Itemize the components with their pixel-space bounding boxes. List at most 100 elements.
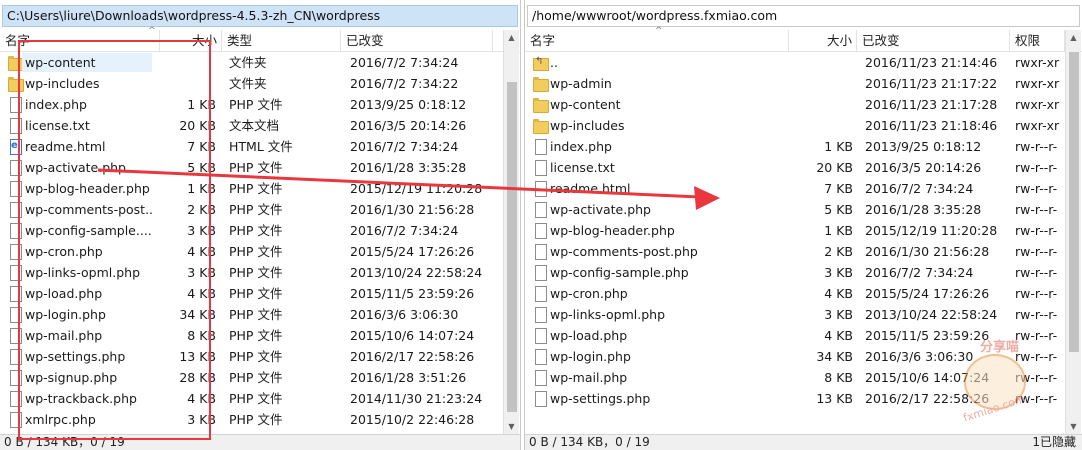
remote-col-name-label: 名字 xyxy=(530,33,556,48)
table-row[interactable]: wp-trackback.php 4 KB PHP 文件 2014/11/30 21:… xyxy=(0,388,500,409)
file-icon xyxy=(8,391,22,407)
folder-icon xyxy=(533,97,549,113)
file-modified: 2016/7/2 7:34:24 xyxy=(865,265,974,280)
file-modified: 2014/11/30 21:23:24 xyxy=(350,391,483,406)
remote-file-list: .. 2016/11/23 21:14:46 rwxr-xr wp-admin 2016… xyxy=(525,52,1065,409)
table-row[interactable]: readme.html 7 KB 2016/7/2 7:34:24 rw-r--r- xyxy=(525,178,1065,199)
remote-col-modified[interactable]: 已改变 xyxy=(857,30,1010,52)
file-modified: 2013/10/24 22:58:24 xyxy=(350,265,483,280)
file-size: 34 KB xyxy=(816,349,853,364)
table-row[interactable]: wp-includes 2016/11/23 21:18:46 rwxr-xr xyxy=(525,115,1065,136)
file-name: wp-config-sample.... xyxy=(25,223,152,238)
table-row[interactable]: wp-load.php 4 KB 2015/11/5 23:59:26 rw-r--r… xyxy=(525,325,1065,346)
table-row[interactable]: license.txt 20 KB 文本文档 2016/3/5 20:14:26 xyxy=(0,115,500,136)
remote-scrollbar[interactable]: ▲ ▼ xyxy=(1065,30,1081,435)
table-row[interactable]: wp-comments-post.php 2 KB 2016/1/30 21:56:… xyxy=(525,241,1065,262)
remote-path-bar[interactable]: /home/wwwroot/wordpress.fxmiao.com xyxy=(527,5,1080,27)
file-modified: 2016/1/30 21:56:28 xyxy=(350,202,475,217)
file-size xyxy=(160,73,216,94)
file-size: 13 KB xyxy=(816,391,853,406)
table-row[interactable]: wp-cron.php 4 KB PHP 文件 2015/5/24 17:26:26 xyxy=(0,241,500,262)
remote-col-size[interactable]: 大小 xyxy=(789,30,857,52)
table-row[interactable]: wp-content 2016/11/23 21:17:28 rwxr-xr xyxy=(525,94,1065,115)
table-row[interactable]: wp-links-opml.php 3 KB 2013/10/24 22:58:24… xyxy=(525,304,1065,325)
file-modified: 2016/11/23 21:17:22 xyxy=(865,76,998,91)
file-size: 4 KB xyxy=(824,286,853,301)
local-col-modified-label: 已改变 xyxy=(346,33,384,48)
table-row[interactable]: wp-blog-header.php 1 KB PHP 文件 2015/12/19 1… xyxy=(0,178,500,199)
file-permissions: rw-r--r- xyxy=(1015,160,1058,175)
scroll-down-icon[interactable]: ▼ xyxy=(1066,419,1081,435)
table-row[interactable]: wp-config-sample.php 3 KB 2016/7/2 7:34:24… xyxy=(525,262,1065,283)
file-modified: 2015/10/2 22:46:28 xyxy=(350,412,475,427)
table-row[interactable]: wp-cron.php 4 KB 2015/5/24 17:26:26 rw-r--r… xyxy=(525,283,1065,304)
file-name: wp-cron.php xyxy=(550,286,628,301)
table-row[interactable]: wp-admin 2016/11/23 21:17:22 rwxr-xr xyxy=(525,73,1065,94)
table-row[interactable]: wp-activate.php 5 KB 2016/1/28 3:35:28 rw-r… xyxy=(525,199,1065,220)
local-col-name[interactable]: 名字 xyxy=(0,30,160,52)
table-row[interactable]: wp-mail.php 8 KB PHP 文件 2015/10/6 14:07:24 xyxy=(0,325,500,346)
local-path-bar[interactable]: C:\Users\liure\Downloads\wordpress-4.5.3… xyxy=(2,5,518,27)
table-row[interactable]: xmlrpc.php 3 KB PHP 文件 2015/10/2 22:46:28 xyxy=(0,409,500,430)
file-size: 7 KB xyxy=(824,181,853,196)
scroll-up-icon[interactable]: ▲ xyxy=(504,30,519,46)
local-col-modified[interactable]: 已改变 xyxy=(341,30,493,52)
local-scrollbar[interactable]: ▲ ▼ xyxy=(503,30,519,435)
file-type: PHP 文件 xyxy=(229,349,283,364)
remote-scroll-thumb[interactable] xyxy=(1069,52,1079,352)
remote-status-text: 0 B / 134 KB，0 / 19 xyxy=(529,435,650,449)
remote-col-perms[interactable]: 权限 xyxy=(1010,30,1065,52)
file-name: .. xyxy=(550,55,558,70)
file-size: 20 KB xyxy=(816,160,853,175)
local-col-size[interactable]: 大小 xyxy=(160,30,222,52)
file-name: index.php xyxy=(25,97,87,112)
table-row[interactable]: wp-activate.php 5 KB PHP 文件 2016/1/28 3:35:… xyxy=(0,157,500,178)
html-file-icon xyxy=(8,139,22,155)
file-size: 2 KB xyxy=(824,244,853,259)
table-row[interactable]: wp-includes 文件夹 2016/7/2 7:34:22 xyxy=(0,73,500,94)
file-name: license.txt xyxy=(25,118,90,133)
file-type: PHP 文件 xyxy=(229,244,283,259)
local-col-size-label: 大小 xyxy=(191,33,217,48)
scroll-down-icon[interactable]: ▼ xyxy=(504,419,519,435)
table-row[interactable]: wp-load.php 4 KB PHP 文件 2015/11/5 23:59:26 xyxy=(0,283,500,304)
file-icon xyxy=(8,265,22,281)
file-permissions: rwxr-xr xyxy=(1015,76,1060,91)
table-row[interactable]: wp-signup.php 28 KB PHP 文件 2016/1/28 3:51:2… xyxy=(0,367,500,388)
table-row[interactable]: wp-config-sample.... 3 KB PHP 文件 2016/7/2 7… xyxy=(0,220,500,241)
file-size: 4 KB xyxy=(187,391,216,406)
local-pane: C:\Users\liure\Downloads\wordpress-4.5.3… xyxy=(0,0,521,450)
table-row[interactable]: wp-mail.php 8 KB 2015/10/6 14:07:24 rw-r--r… xyxy=(525,367,1065,388)
file-icon xyxy=(533,202,547,218)
file-type: PHP 文件 xyxy=(229,328,283,343)
file-modified: 2013/10/24 22:58:24 xyxy=(865,307,998,322)
file-permissions: rw-r--r- xyxy=(1015,391,1058,406)
local-scroll-thumb[interactable] xyxy=(507,82,517,412)
table-row[interactable]: wp-blog-header.php 1 KB 2015/12/19 11:20:2… xyxy=(525,220,1065,241)
table-row[interactable]: license.txt 20 KB 2016/3/5 20:14:26 rw-r--r… xyxy=(525,157,1065,178)
file-name: wp-login.php xyxy=(550,349,631,364)
table-row[interactable]: wp-links-opml.php 3 KB PHP 文件 2013/10/24 22… xyxy=(0,262,500,283)
file-type: PHP 文件 xyxy=(229,412,283,427)
table-row[interactable]: wp-login.php 34 KB 2016/3/6 3:06:30 rw-r--r… xyxy=(525,346,1065,367)
table-row[interactable]: index.php 1 KB PHP 文件 2013/9/25 0:18:12 xyxy=(0,94,500,115)
table-row[interactable]: .. 2016/11/23 21:14:46 rwxr-xr xyxy=(525,52,1065,73)
table-row[interactable]: wp-content 文件夹 2016/7/2 7:34:24 xyxy=(0,52,500,73)
table-row[interactable]: wp-settings.php 13 KB PHP 文件 2016/2/17 22:5… xyxy=(0,346,500,367)
file-type: PHP 文件 xyxy=(229,223,283,238)
file-icon xyxy=(8,118,22,134)
table-row[interactable]: wp-comments-post... 2 KB PHP 文件 2016/1/30 2… xyxy=(0,199,500,220)
file-name: wp-settings.php xyxy=(25,349,126,364)
local-col-type[interactable]: 类型 xyxy=(222,30,341,52)
file-size xyxy=(789,73,853,94)
file-permissions: rwxr-xr xyxy=(1015,118,1060,133)
file-size: 4 KB xyxy=(824,328,853,343)
table-row[interactable]: readme.html 7 KB HTML 文件 2016/7/2 7:34:24 xyxy=(0,136,500,157)
file-modified: 2016/11/23 21:17:28 xyxy=(865,97,998,112)
file-type: PHP 文件 xyxy=(229,160,283,175)
file-type: PHP 文件 xyxy=(229,391,283,406)
table-row[interactable]: wp-login.php 34 KB PHP 文件 2016/3/6 3:06:30 xyxy=(0,304,500,325)
table-row[interactable]: index.php 1 KB 2013/9/25 0:18:12 rw-r--r- xyxy=(525,136,1065,157)
table-row[interactable]: wp-settings.php 13 KB 2016/2/17 22:58:26 rw… xyxy=(525,388,1065,409)
scroll-up-icon[interactable]: ▲ xyxy=(1066,30,1081,46)
